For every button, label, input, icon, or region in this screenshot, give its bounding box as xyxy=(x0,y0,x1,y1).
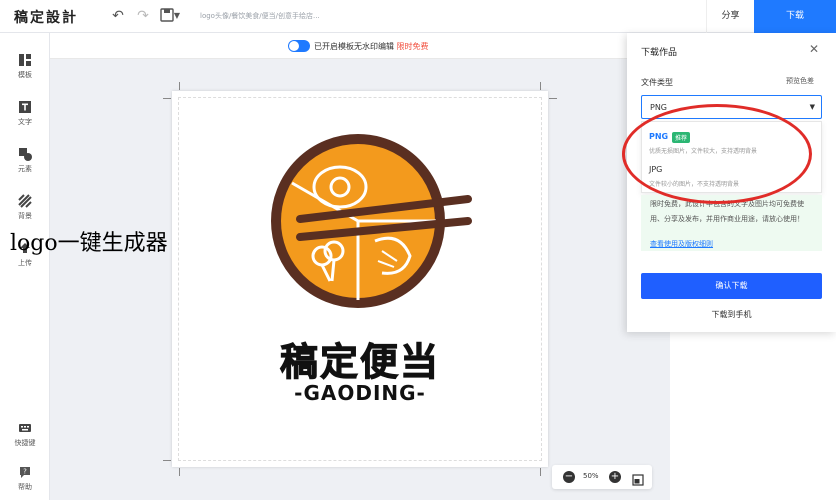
preview-color-link[interactable]: 预览色差 xyxy=(786,76,814,86)
sidebar-item-label: 快捷键 xyxy=(14,439,36,447)
watermark-text: 已开启模板无水印编辑 限时免费 xyxy=(314,41,429,52)
app-logo[interactable]: 稿定設計 xyxy=(14,7,78,27)
crop-mark xyxy=(179,468,180,476)
select-value: PNG xyxy=(650,103,668,112)
logo-subtitle[interactable]: -GAODING- xyxy=(272,381,448,405)
zoom-value: 50% xyxy=(583,472,599,480)
info-line: 用、分享及发布，并用作商业用途，请放心使用！ xyxy=(650,215,804,223)
logo-graphic[interactable] xyxy=(172,91,548,467)
design-title-input[interactable]: logo头像/餐饮美食/便当/创意手绘店... xyxy=(200,11,340,21)
crop-mark xyxy=(540,82,541,90)
sidebar-item-text[interactable]: 文字 xyxy=(0,100,50,127)
template-icon xyxy=(19,54,31,66)
overlay-caption: logo一键生成器 xyxy=(10,231,168,256)
fit-screen-icon[interactable] xyxy=(632,471,644,490)
crop-mark xyxy=(179,82,180,90)
sidebar-item-label: 背景 xyxy=(18,212,32,220)
sidebar-item-elements[interactable]: 元素 xyxy=(0,147,50,174)
sidebar-item-background[interactable]: 背景 xyxy=(0,194,50,221)
annotation-ellipse xyxy=(622,104,812,204)
sidebar-item-shortcuts[interactable]: 快捷键 xyxy=(0,421,50,448)
chevron-down-icon: ▼ xyxy=(809,103,815,111)
top-bar: 稿定設計 ↶ ↷ ▼ logo头像/餐饮美食/便当/创意手绘店... 分享 下载 xyxy=(0,0,836,33)
sidebar-item-template[interactable]: 模板 xyxy=(0,53,50,80)
sidebar-item-label: 文字 xyxy=(18,118,32,126)
svg-text:?: ? xyxy=(23,468,27,476)
text-icon xyxy=(19,101,31,113)
crop-mark xyxy=(163,98,171,99)
close-icon[interactable]: ✕ xyxy=(809,42,819,56)
keyboard-icon xyxy=(19,424,31,432)
undo-icon[interactable]: ↶ xyxy=(110,8,126,24)
crop-mark xyxy=(540,468,541,476)
confirm-download-button[interactable]: 确认下载 xyxy=(641,273,822,299)
crop-mark xyxy=(163,460,171,461)
license-link[interactable]: 查看使用及版权细则 xyxy=(650,239,713,249)
sidebar-item-help[interactable]: ? 帮助 xyxy=(0,465,50,492)
free-label: 限时免费 xyxy=(396,42,429,51)
file-type-label: 文件类型 xyxy=(641,78,673,87)
zoom-in-icon[interactable]: + xyxy=(609,471,621,483)
chevron-down-icon[interactable]: ▼ xyxy=(172,8,182,24)
download-button[interactable]: 下载 xyxy=(754,0,836,33)
sidebar-item-label: 帮助 xyxy=(18,483,32,491)
sidebar-item-label: 模板 xyxy=(18,71,32,79)
sidebar-item-label: 元素 xyxy=(18,165,32,173)
elements-icon xyxy=(19,148,32,161)
help-icon: ? xyxy=(20,467,30,478)
crop-mark xyxy=(549,98,557,99)
left-sidebar: 模板 文字 元素 背景 上传 快捷键 ? 帮助 xyxy=(0,33,50,500)
watermark-label: 已开启模板无水印编辑 xyxy=(314,42,394,51)
artboard[interactable]: 稿定便当 -GAODING- xyxy=(172,91,548,467)
share-button[interactable]: 分享 xyxy=(706,0,754,33)
sidebar-item-label: 上传 xyxy=(18,259,32,267)
redo-icon[interactable]: ↷ xyxy=(135,8,151,24)
watermark-toggle[interactable] xyxy=(288,40,310,52)
panel-title: 下载作品 xyxy=(641,48,678,58)
background-icon xyxy=(18,194,32,208)
watermark-bar: 已开启模板无水印编辑 限时免费 xyxy=(50,33,670,59)
zoom-control: − 50% + xyxy=(552,465,652,489)
logo-title[interactable]: 稿定便当 xyxy=(272,331,448,386)
zoom-out-icon[interactable]: − xyxy=(563,471,575,483)
download-to-phone-link[interactable]: 下载到手机 xyxy=(627,309,836,320)
